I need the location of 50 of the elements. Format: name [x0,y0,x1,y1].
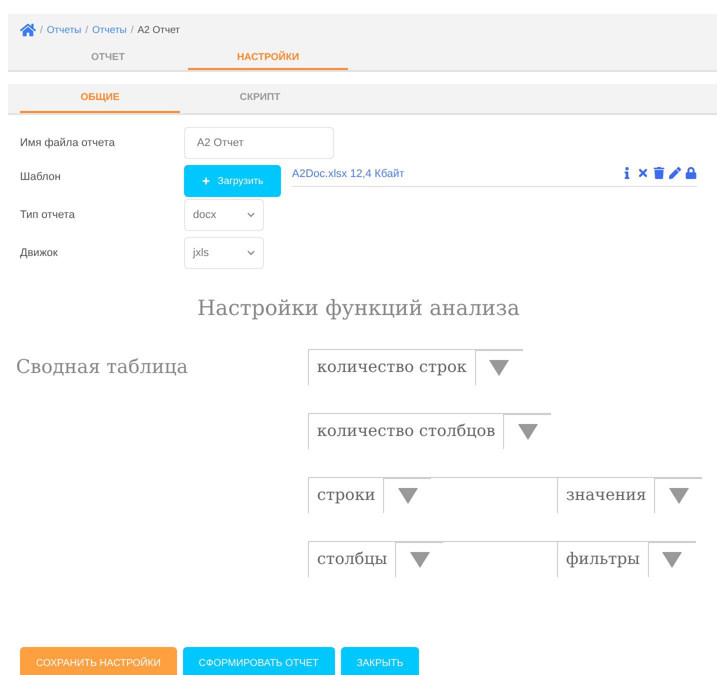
dropdown-field[interactable]: фильтры [557,540,696,576]
pencil-icon[interactable] [669,167,681,179]
dropdown-field[interactable]: количество столбцов [308,412,552,448]
select-field[interactable]: docx [184,199,264,231]
field-label: Шаблон [20,170,62,185]
plus-icon [202,177,210,185]
dropdown-field[interactable]: столбцы [308,540,557,576]
dropdown-field[interactable]: строки [308,476,557,512]
triangle-icon [398,488,418,504]
field-label: Имя файла отчета [20,136,116,151]
breadcrumb-link[interactable]: Отчеты [46,22,82,38]
file-name-field[interactable]: A2 Отчет [184,127,334,159]
dropdown-value: значения [565,484,648,506]
breadcrumb-link[interactable]: Отчеты [92,22,127,38]
triangle-icon [518,424,538,440]
dropdown-value: количество строк [316,356,468,378]
action-button[interactable]: ЗАКРЫТЬ [340,647,420,675]
chevron-icon [247,249,255,257]
dropdown-value: строки [316,484,376,506]
dropdown-value: фильтры [565,548,641,570]
action-button[interactable]: СФОРМИРОВАТЬ ОТЧЕТ [182,647,335,675]
section-title: Настройки функций анализа [196,295,521,322]
triangle-icon [668,488,689,504]
field-label: Движок [20,246,59,261]
dropdown-field[interactable]: количество строк [308,348,523,384]
file-link[interactable]: A2Doc.xlsx 12,4 Кбайт [292,165,404,182]
breadcrumb-separator: / [85,24,88,38]
triangle-icon [410,552,430,568]
breadcrumb-separator: / [130,24,134,38]
tab[interactable]: СКРИПТ [180,84,340,113]
chevron-icon [247,211,255,219]
dropdown-value: столбцы [316,548,388,570]
tab[interactable]: ОБЩИЕ [20,84,180,113]
tab[interactable]: НАСТРОЙКИ [188,46,348,70]
lock-icon[interactable] [685,167,697,179]
breadcrumb-separator: / [40,24,43,38]
pivot-label: Сводная таблица [16,354,189,380]
close-icon[interactable] [637,167,649,179]
select-field[interactable]: jxls [184,237,264,269]
field-label: Тип отчета [20,208,76,223]
triangle-icon [662,552,682,568]
triangle-icon [489,360,510,376]
home-icon[interactable] [20,22,36,38]
tab[interactable]: ОТЧЕТ [28,46,188,70]
dropdown-value: количество столбцов [316,420,496,442]
breadcrumb-current: A2 Отчет [138,24,180,38]
dropdown-field[interactable]: значения [557,476,702,512]
trash-icon[interactable] [653,167,665,179]
upload-button[interactable]: Загрузить [184,165,281,197]
action-button[interactable]: СОХРАНИТЬ НАСТРОЙКИ [20,647,177,675]
